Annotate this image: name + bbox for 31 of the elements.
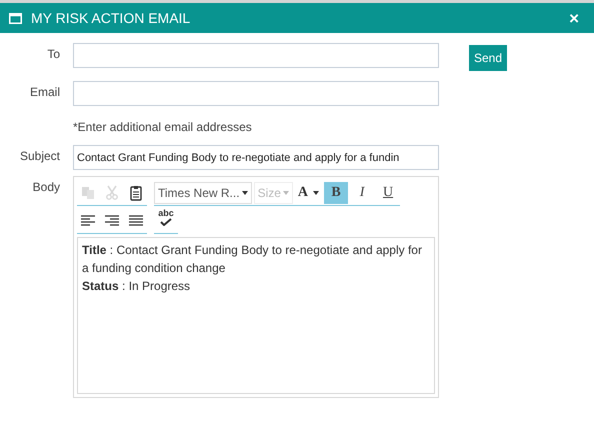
- body-text: Title : Contact Grant Funding Body to re-negotiate and apply for a funding condition change: [82, 242, 423, 277]
- input-field[interactable]: Contact Grant Funding Body to re-negotiate and apply for a fundin: [73, 145, 439, 170]
- justify-icon: [128, 212, 144, 228]
- field-label: Subject: [18, 148, 60, 165]
- clipboard-icon: [128, 184, 144, 200]
- window-icon: [9, 12, 22, 24]
- send-button[interactable]: Send: [469, 45, 508, 71]
- scissors-icon: [104, 184, 120, 200]
- dropdown[interactable]: Times New R...: [154, 182, 252, 204]
- underline-button[interactable]: U: [376, 182, 400, 204]
- window-title: MY RISK ACTION EMAIL: [31, 8, 190, 28]
- field-label: Email: [28, 84, 60, 101]
- hint-text: *Enter additional email addresses: [73, 119, 253, 136]
- input-field[interactable]: [73, 43, 439, 68]
- caret-icon: [282, 190, 289, 194]
- field-label: Body: [32, 179, 60, 196]
- checkmark-icon: [160, 218, 172, 226]
- font-color-button[interactable]: A: [294, 182, 322, 204]
- bold-button[interactable]: B: [324, 182, 348, 204]
- copy-icon: [80, 184, 96, 200]
- caret-icon: [313, 190, 320, 194]
- caret-icon: [242, 190, 248, 194]
- italic-button[interactable]: I: [350, 182, 374, 204]
- input-field[interactable]: [73, 81, 439, 106]
- align-right-icon: [104, 212, 120, 228]
- align-left-icon: [80, 212, 96, 228]
- body-text: Status : In Progress: [82, 278, 192, 295]
- spellcheck-button[interactable]: abc: [154, 208, 178, 232]
- body-editor[interactable]: Title : Contact Grant Funding Body to re-negotiate and apply for a funding condition change Status : In Progress: [77, 237, 435, 394]
- close-button[interactable]: ×: [569, 10, 579, 26]
- field-label: To: [46, 46, 60, 63]
